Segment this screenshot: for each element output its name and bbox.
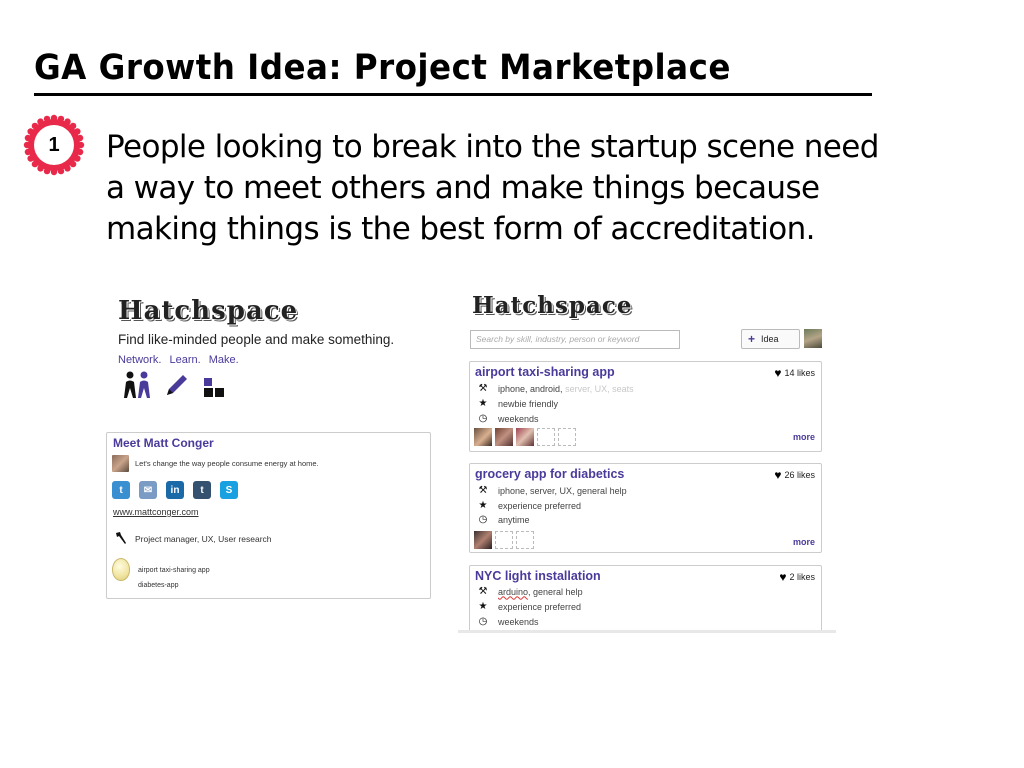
twitter-icon[interactable]: t [112, 481, 130, 499]
project-title[interactable]: airport taxi-sharing app [475, 365, 615, 379]
scroll-fade [458, 630, 836, 633]
badge-number: 1 [48, 133, 60, 156]
project-title[interactable]: grocery app for diabetics [475, 467, 624, 481]
profile-project-link[interactable]: airport taxi-sharing app [138, 563, 210, 578]
idea-button-label: Idea [761, 334, 779, 344]
likes-count[interactable]: ♥ 14 likes [774, 366, 815, 380]
nav-link-make[interactable]: Make. [209, 354, 239, 366]
skype-icon[interactable]: S [220, 481, 238, 499]
hammer-icon: ⚒ [478, 485, 488, 496]
skills-row: ⚒ iphone, android, server, UX, seats [476, 383, 634, 394]
time-row: ◷ weekends [476, 616, 539, 627]
pencil-icon [167, 375, 187, 395]
empty-member-slot[interactable] [516, 531, 534, 549]
likes-label: 26 likes [784, 470, 815, 480]
hammer-icon: ⚒ [478, 383, 488, 394]
star-icon: ★ [478, 398, 488, 409]
experience-text: experience preferred [498, 601, 582, 612]
empty-member-slot[interactable] [537, 428, 555, 446]
likes-count[interactable]: ♥ 2 likes [779, 570, 815, 584]
nav-links: Network. Learn. Make. [118, 354, 244, 366]
more-link[interactable]: more [793, 537, 815, 547]
time-text: anytime [498, 514, 530, 525]
hatchspace-logo: Hatchspace [118, 296, 299, 326]
hammer-icon: ⚒ [478, 586, 488, 597]
add-idea-button[interactable]: + Idea [741, 329, 800, 349]
profile-project-link[interactable]: diabetes-app [138, 578, 210, 593]
avatar[interactable] [516, 428, 534, 446]
skills-row: ⚒ arduino, general help [476, 586, 583, 597]
clock-icon: ◷ [478, 413, 488, 424]
time-row: ◷ anytime [476, 514, 530, 525]
profile-roles: Project manager, UX, User research [135, 534, 272, 544]
people-icon [124, 371, 150, 398]
social-links: t ✉ in t S [112, 481, 238, 499]
project-card[interactable]: grocery app for diabetics ♥ 26 likes ⚒ iph… [469, 463, 822, 553]
experience-row: ★ experience preferred [476, 500, 582, 511]
skills-text: iphone, server, UX, general help [498, 485, 627, 496]
landing-mockup: Hatchspace [106, 296, 436, 326]
tagline: Find like-minded people and make somethi… [118, 332, 395, 347]
member-avatars [474, 428, 576, 446]
skills-row: ⚒ iphone, server, UX, general help [476, 485, 627, 496]
likes-label: 2 likes [789, 572, 815, 582]
linkedin-icon[interactable]: in [166, 481, 184, 499]
plus-icon: + [748, 332, 756, 346]
feature-icons [122, 370, 226, 398]
experience-text: newbie friendly [498, 398, 559, 409]
likes-count[interactable]: ♥ 26 likes [774, 468, 815, 482]
member-avatars [474, 531, 534, 549]
star-icon: ★ [478, 601, 488, 612]
project-card[interactable]: NYC light installation ♥ 2 likes ⚒ arduino… [469, 565, 822, 633]
heart-icon: ♥ [774, 468, 782, 482]
empty-member-slot[interactable] [558, 428, 576, 446]
profile-card: Meet Matt Conger Let's change the way pe… [106, 432, 431, 599]
time-row: ◷ weekends [476, 413, 539, 424]
lead-paragraph: People looking to break into the startup… [106, 129, 879, 247]
nav-link-network[interactable]: Network. [118, 354, 161, 366]
nav-link-learn[interactable]: Learn. [169, 354, 200, 366]
time-text: weekends [498, 413, 539, 424]
heart-icon: ♥ [774, 366, 782, 380]
avatar[interactable] [474, 531, 492, 549]
profile-url-link[interactable]: www.mattconger.com [113, 507, 199, 517]
user-avatar[interactable] [804, 329, 822, 348]
email-icon[interactable]: ✉ [139, 481, 157, 499]
avatar[interactable] [112, 455, 129, 472]
avatar[interactable] [495, 428, 513, 446]
slide-title: GA Growth Idea: Project Marketplace [34, 48, 731, 88]
heart-icon: ♥ [779, 570, 787, 584]
avatar[interactable] [474, 428, 492, 446]
empty-member-slot[interactable] [495, 531, 513, 549]
hammer-icon [116, 532, 126, 544]
tumblr-icon[interactable]: t [193, 481, 211, 499]
time-text: weekends [498, 616, 539, 627]
egg-icon [112, 558, 130, 581]
title-divider [34, 93, 872, 96]
likes-label: 14 likes [784, 368, 815, 378]
profile-heading[interactable]: Meet Matt Conger [113, 436, 214, 450]
skills-text: , general help [528, 586, 583, 597]
clock-icon: ◷ [478, 514, 488, 525]
profile-quote: Let's change the way people consume ener… [135, 459, 319, 468]
search-input[interactable]: Search by skill, industry, person or key… [470, 330, 680, 349]
skills-text-faded: server, UX, seats [565, 383, 634, 394]
blocks-icon [204, 378, 224, 397]
hatchspace-logo: Hatchspace [472, 292, 633, 319]
project-title[interactable]: NYC light installation [475, 569, 601, 583]
profile-projects: airport taxi-sharing app diabetes-app [138, 563, 210, 593]
more-link[interactable]: more [793, 432, 815, 442]
skills-text: arduino [498, 586, 529, 597]
experience-text: experience preferred [498, 500, 582, 511]
experience-row: ★ experience preferred [476, 601, 582, 612]
clock-icon: ◷ [478, 616, 488, 627]
experience-row: ★ newbie friendly [476, 398, 559, 409]
project-card[interactable]: airport taxi-sharing app ♥ 14 likes ⚒ ipho… [469, 361, 822, 452]
star-icon: ★ [478, 500, 488, 511]
skills-text: iphone, android, [498, 383, 563, 394]
